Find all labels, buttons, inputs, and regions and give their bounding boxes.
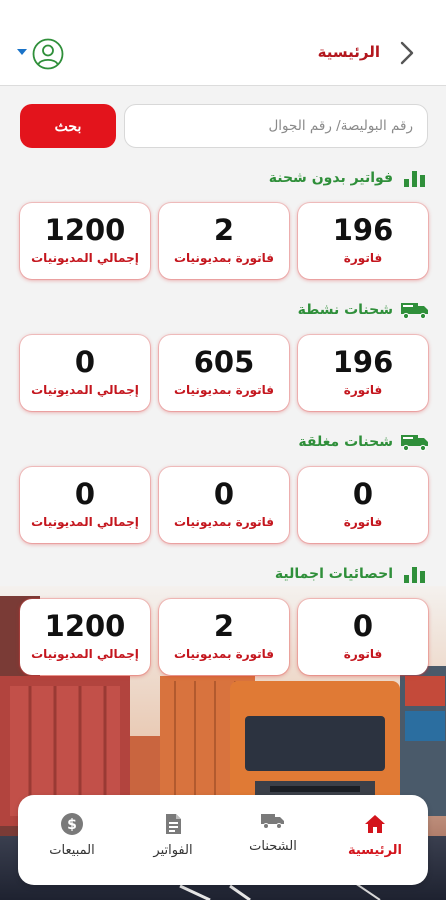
nav-item-invoices[interactable]: الفواتير — [125, 811, 221, 873]
stat-label: فاتورة بمديونيات — [173, 647, 275, 661]
stat-card-invoices[interactable]: 0 فاتورة — [298, 467, 428, 543]
stat-card-total-debts[interactable]: 0 إجمالي المديونيات — [20, 335, 150, 411]
stat-card-invoices-with-debts[interactable]: 605 فاتورة بمديونيات — [159, 335, 289, 411]
user-avatar-icon[interactable] — [32, 38, 64, 70]
stat-card-invoices-with-debts[interactable]: 2 فاتورة بمديونيات — [159, 203, 289, 279]
dropdown-caret-icon[interactable] — [17, 49, 27, 55]
section-title-closed-shipments: شحنات مغلقة — [298, 430, 430, 454]
bar-chart-icon — [400, 563, 430, 585]
home-icon — [362, 811, 388, 837]
stat-card-invoices-with-debts[interactable]: 2 فاتورة بمديونيات — [159, 599, 289, 675]
status-bar — [0, 0, 446, 18]
stat-value: 0 — [352, 609, 374, 643]
stat-value: 0 — [352, 477, 374, 511]
stat-value: 605 — [193, 345, 255, 379]
section-label: احصائيات اجمالية — [274, 566, 393, 582]
stat-label: فاتورة — [343, 251, 383, 265]
stat-value: 196 — [332, 345, 394, 379]
search-button[interactable]: بحث — [20, 104, 116, 148]
truck-icon — [260, 807, 286, 833]
stat-value: 1200 — [44, 213, 126, 247]
truck-icon — [400, 431, 430, 453]
stat-label: فاتورة — [343, 383, 383, 397]
stat-card-total-debts[interactable]: 1200 إجمالي المديونيات — [20, 203, 150, 279]
nav-label: الشحنات — [249, 839, 297, 854]
section-title-overall-stats: احصائيات اجمالية — [275, 562, 430, 586]
page-title: الرئيسية — [317, 43, 380, 61]
stat-label: فاتورة — [343, 515, 383, 529]
stat-label: إجمالي المديونيات — [31, 515, 139, 529]
stat-card-total-debts[interactable]: 0 إجمالي المديونيات — [20, 467, 150, 543]
stat-card-invoices-with-debts[interactable]: 0 فاتورة بمديونيات — [159, 467, 289, 543]
stat-label: إجمالي المديونيات — [31, 647, 139, 661]
nav-item-home[interactable]: الرئيسية — [327, 811, 423, 873]
nav-item-shipments[interactable]: الشحنات — [225, 807, 321, 869]
nav-label: الرئيسية — [347, 843, 403, 858]
truck-icon — [400, 299, 430, 321]
stat-card-invoices[interactable]: 0 فاتورة — [298, 599, 428, 675]
section-label: شحنات نشطة — [297, 302, 393, 318]
app-header: الرئيسية — [0, 18, 446, 86]
search-input[interactable] — [124, 104, 428, 148]
nav-label: الفواتير — [153, 843, 193, 858]
stat-label: فاتورة بمديونيات — [173, 251, 275, 265]
main-content: بحث فواتير بدون شحنة 196 فاتورة 2 فاتورة… — [0, 86, 446, 900]
stat-value: 1200 — [44, 609, 126, 643]
nav-label: المبيعات — [49, 843, 95, 858]
stat-value: 0 — [213, 477, 235, 511]
stat-label: فاتورة بمديونيات — [173, 383, 275, 397]
bar-chart-icon — [400, 167, 430, 189]
svg-text:$: $ — [67, 817, 77, 833]
nav-item-sales[interactable]: $ المبيعات — [24, 811, 120, 873]
back-chevron-icon[interactable] — [396, 40, 418, 66]
stat-label: إجمالي المديونيات — [31, 383, 139, 397]
stat-card-total-debts[interactable]: 1200 إجمالي المديونيات — [20, 599, 150, 675]
dollar-icon: $ — [59, 811, 85, 837]
stat-value: 0 — [74, 345, 96, 379]
section-title-invoices-without-shipment: فواتير بدون شحنة — [269, 166, 430, 190]
stat-label: إجمالي المديونيات — [31, 251, 139, 265]
invoice-icon — [160, 811, 186, 837]
stat-value: 2 — [213, 213, 235, 247]
stat-card-invoices[interactable]: 196 فاتورة — [298, 203, 428, 279]
bottom-navigation: الرئيسية الشحنات الفواتير $ المبيعات — [18, 795, 428, 885]
stat-label: فاتورة بمديونيات — [173, 515, 275, 529]
stat-label: فاتورة — [343, 647, 383, 661]
stat-card-invoices[interactable]: 196 فاتورة — [298, 335, 428, 411]
stat-value: 2 — [213, 609, 235, 643]
stat-value: 0 — [74, 477, 96, 511]
stat-value: 196 — [332, 213, 394, 247]
section-title-active-shipments: شحنات نشطة — [298, 298, 430, 322]
section-label: فواتير بدون شحنة — [268, 170, 393, 186]
section-label: شحنات مغلقة — [298, 434, 393, 450]
